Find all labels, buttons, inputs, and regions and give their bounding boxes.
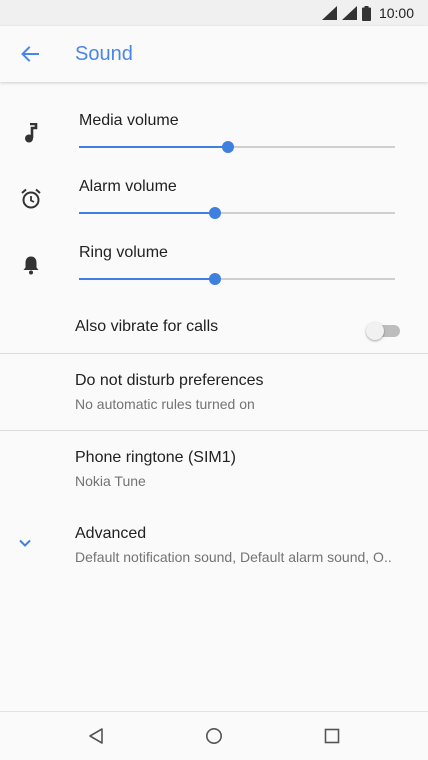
triangle-back-icon [89, 728, 103, 744]
advanced-item[interactable]: Advanced Default notification sound, Def… [0, 507, 428, 583]
phone-ringtone-subtitle: Nokia Tune [75, 473, 146, 489]
battery-icon [361, 5, 371, 21]
signal-icon [321, 6, 337, 20]
do-not-disturb-title: Do not disturb preferences [75, 372, 264, 389]
media-volume-label: Media volume [79, 112, 179, 129]
nav-home-button[interactable] [202, 724, 226, 748]
navigation-bar [0, 711, 428, 760]
media-volume-row: Media volume [0, 82, 428, 153]
app-bar: Sound [0, 26, 428, 82]
status-bar: 10:00 [0, 0, 428, 26]
music-note-icon [20, 122, 42, 144]
back-button[interactable] [2, 26, 58, 82]
ring-volume-label: Ring volume [79, 244, 168, 261]
phone-ringtone-item[interactable]: Phone ringtone (SIM1) Nokia Tune [0, 431, 428, 507]
square-recents-icon [324, 728, 340, 744]
do-not-disturb-item[interactable]: Do not disturb preferences No automatic … [0, 354, 428, 430]
do-not-disturb-subtitle: No automatic rules turned on [75, 396, 255, 412]
slider-thumb[interactable] [208, 273, 221, 285]
bell-icon [20, 254, 42, 276]
nav-back-button[interactable] [84, 724, 108, 748]
vibrate-for-calls-label: Also vibrate for calls [75, 318, 219, 335]
alarm-volume-label: Alarm volume [79, 178, 177, 195]
circle-home-icon [206, 728, 222, 744]
switch-thumb [366, 322, 384, 340]
alarm-clock-icon [20, 188, 42, 210]
vibrate-for-calls-row[interactable]: Also vibrate for calls [0, 308, 428, 352]
signal-icon [341, 6, 357, 20]
phone-ringtone-title: Phone ringtone (SIM1) [75, 449, 236, 466]
vibrate-for-calls-switch[interactable] [366, 322, 402, 340]
advanced-subtitle: Default notification sound, Default alar… [75, 549, 392, 565]
nav-recents-button[interactable] [320, 724, 344, 748]
ring-volume-row: Ring volume [0, 214, 428, 285]
advanced-title: Advanced [75, 525, 147, 542]
slider-fill [79, 278, 215, 280]
alarm-volume-row: Alarm volume [0, 148, 428, 219]
ring-volume-slider[interactable] [79, 272, 395, 286]
chevron-down-icon [19, 539, 31, 547]
arrow-back-icon [21, 46, 39, 62]
page-title: Sound [75, 42, 133, 65]
clock: 10:00 [378, 5, 414, 21]
